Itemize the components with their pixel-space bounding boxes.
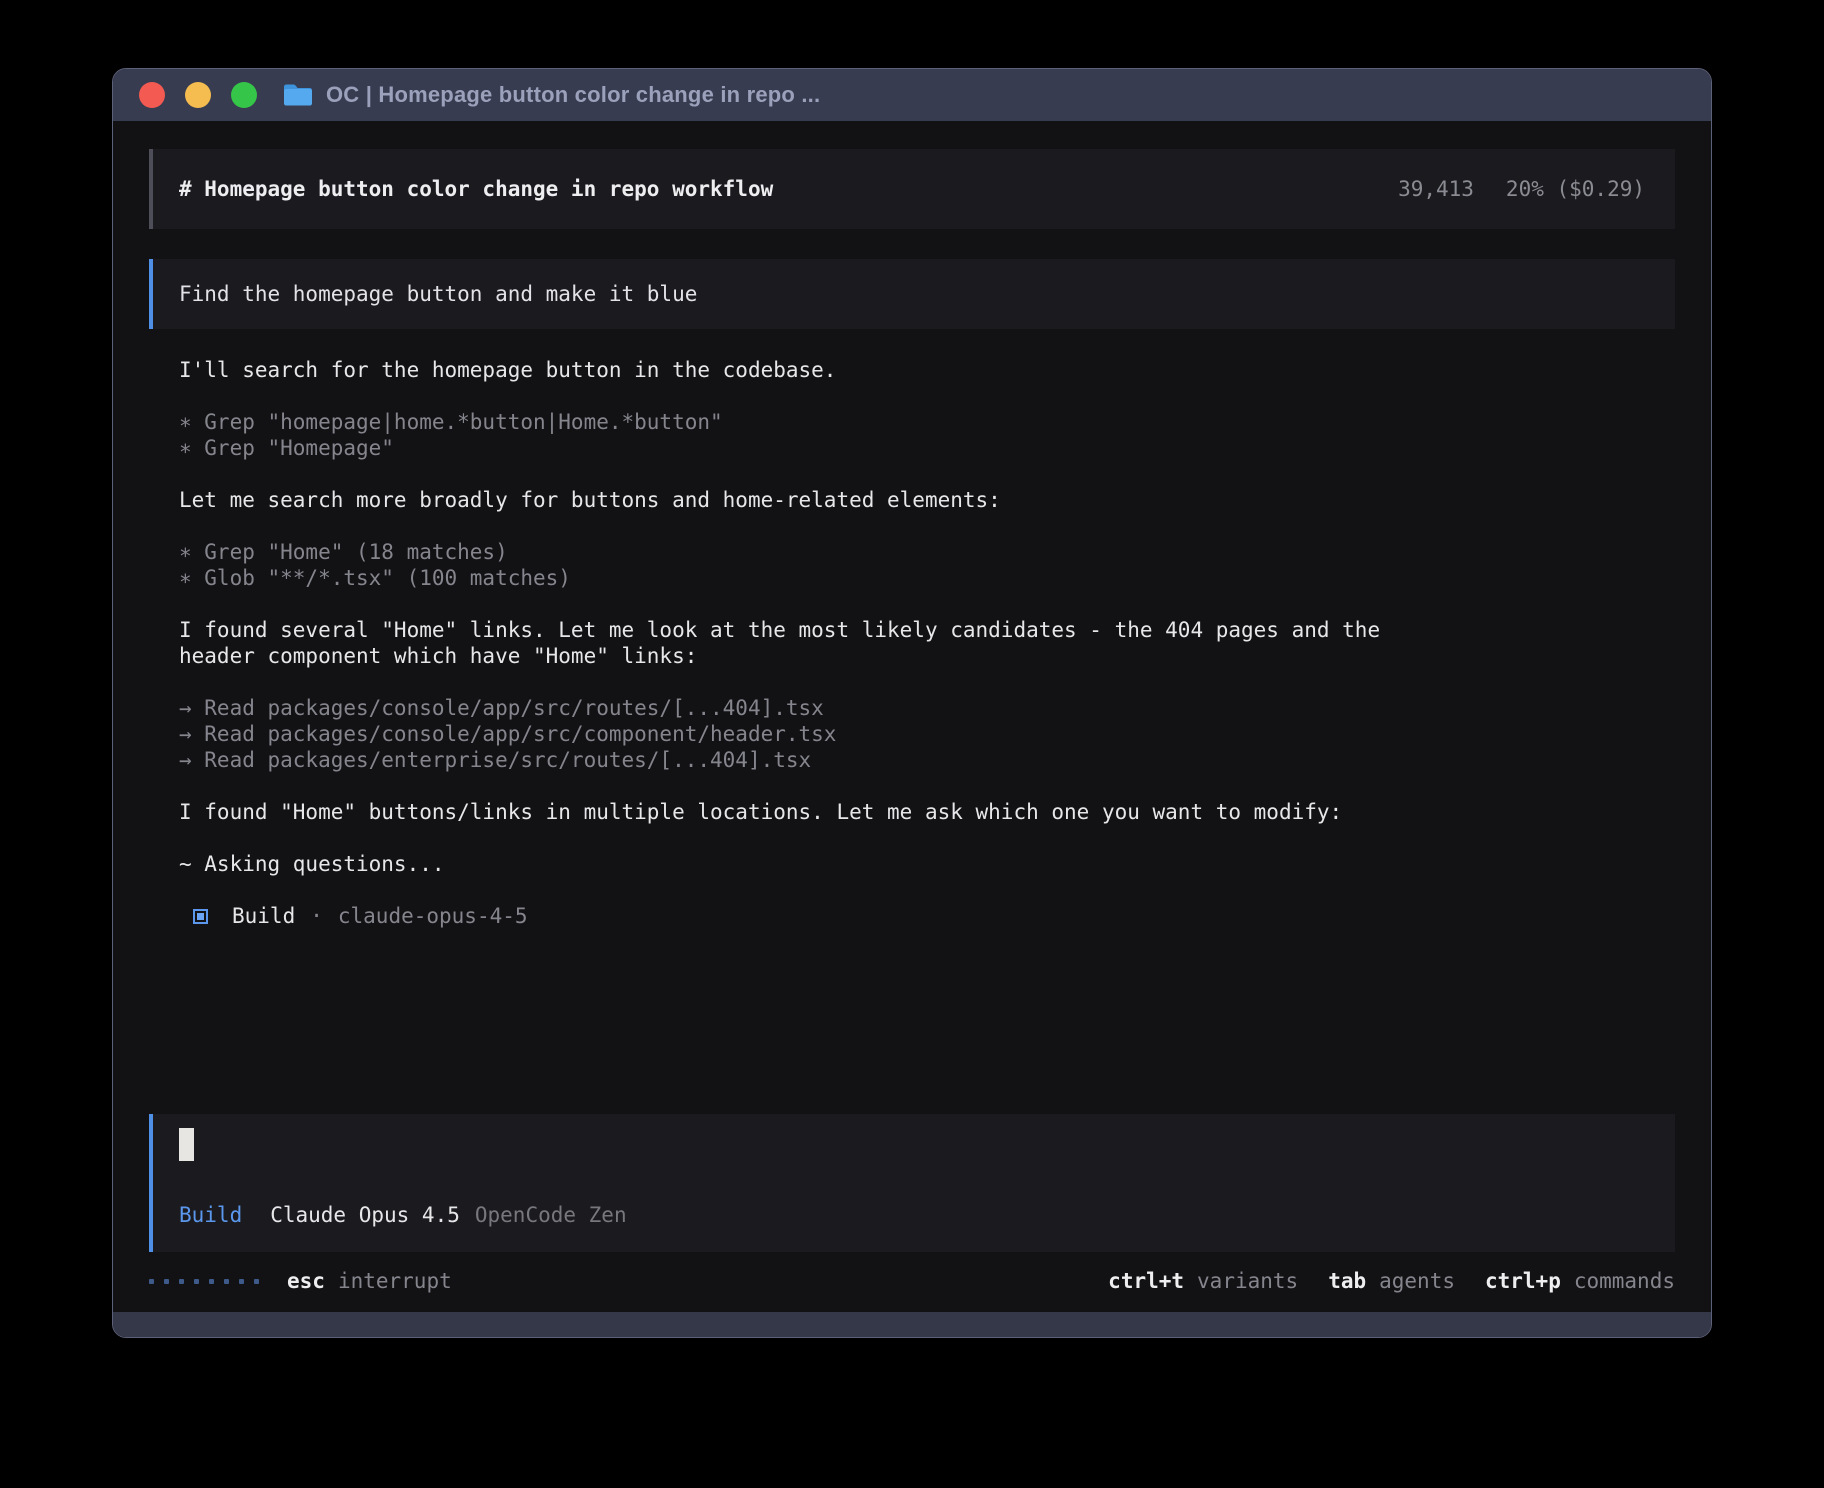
commands-label: commands xyxy=(1574,1268,1675,1294)
agent-model-row: Build · claude-opus-4-5 xyxy=(179,903,1675,929)
model-name: claude-opus-4-5 xyxy=(338,903,528,929)
agents-label: agents xyxy=(1379,1268,1455,1294)
zoom-button[interactable] xyxy=(231,82,257,108)
input-agent-label: Build xyxy=(179,1202,242,1228)
esc-label: interrupt xyxy=(338,1268,452,1294)
assistant-message-line: I found "Home" buttons/links in multiple… xyxy=(179,799,1675,825)
text-cursor xyxy=(179,1128,194,1161)
tool-call-line: ∗ Grep "homepage|home.*button|Home.*butt… xyxy=(179,409,1675,435)
input-model-label: Claude Opus 4.5 xyxy=(270,1202,460,1228)
minimize-button[interactable] xyxy=(185,82,211,108)
assistant-message-line: I found several "Home" links. Let me loo… xyxy=(179,617,1675,669)
tool-call-line: ∗ Grep "Homepage" xyxy=(179,435,1675,461)
window-title: OC | Homepage button color change in rep… xyxy=(326,82,820,108)
hint-variants: ctrl+t variants xyxy=(1108,1268,1298,1294)
transcript: I'll search for the homepage button in t… xyxy=(149,357,1675,929)
esc-key: esc xyxy=(287,1268,325,1294)
tool-call-line: ∗ Grep "Home" (18 matches) xyxy=(179,539,1675,565)
hint-commands: ctrl+p commands xyxy=(1485,1268,1675,1294)
tool-call-line: ∗ Glob "**/*.tsx" (100 matches) xyxy=(179,565,1675,591)
variants-label: variants xyxy=(1197,1268,1298,1294)
message-input[interactable]: Build Claude Opus 4.5 OpenCode Zen xyxy=(149,1114,1675,1252)
separator-dot: · xyxy=(310,903,323,929)
ctrl-t-key: ctrl+t xyxy=(1108,1268,1184,1294)
assistant-message-line: Let me search more broadly for buttons a… xyxy=(179,487,1675,513)
session-title: # Homepage button color change in repo w… xyxy=(179,176,773,202)
agent-build-icon xyxy=(193,909,208,924)
hint-agents: tab agents xyxy=(1328,1268,1455,1294)
context-usage: 20% ($0.29) xyxy=(1506,176,1645,202)
assistant-message-line: I'll search for the homepage button in t… xyxy=(179,357,1675,383)
terminal-window: OC | Homepage button color change in rep… xyxy=(112,68,1712,1338)
status-shortcuts: ctrl+t variants tab agents ctrl+p comman… xyxy=(1108,1268,1675,1294)
hint-esc-interrupt: esc interrupt xyxy=(287,1268,452,1294)
close-button[interactable] xyxy=(139,82,165,108)
window-bottom-edge xyxy=(113,1312,1711,1337)
input-provider-label: OpenCode Zen xyxy=(475,1202,627,1228)
ctrl-p-key: ctrl+p xyxy=(1485,1268,1561,1294)
session-stats: 39,413 20% ($0.29) xyxy=(1398,176,1645,202)
tool-call-line: → Read packages/console/app/src/routes/[… xyxy=(179,695,1675,721)
agent-name: Build xyxy=(232,903,295,929)
assistant-status-line: ~ Asking questions... xyxy=(179,851,1675,877)
progress-dots-icon xyxy=(149,1279,259,1284)
tool-call-line: → Read packages/enterprise/src/routes/[.… xyxy=(179,747,1675,773)
titlebar: OC | Homepage button color change in rep… xyxy=(113,69,1711,121)
tool-call-line: → Read packages/console/app/src/componen… xyxy=(179,721,1675,747)
session-header: # Homepage button color change in repo w… xyxy=(149,149,1675,229)
user-message-text: Find the homepage button and make it blu… xyxy=(179,281,697,307)
terminal-content: # Homepage button color change in repo w… xyxy=(113,121,1711,1312)
tab-key: tab xyxy=(1328,1268,1366,1294)
traffic-lights xyxy=(139,82,257,108)
status-bar: esc interrupt ctrl+t variants tab agents… xyxy=(149,1266,1675,1296)
user-message: Find the homepage button and make it blu… xyxy=(149,259,1675,329)
input-model-row: Build Claude Opus 4.5 OpenCode Zen xyxy=(179,1202,1649,1228)
folder-icon xyxy=(283,83,313,107)
token-count: 39,413 xyxy=(1398,176,1474,202)
